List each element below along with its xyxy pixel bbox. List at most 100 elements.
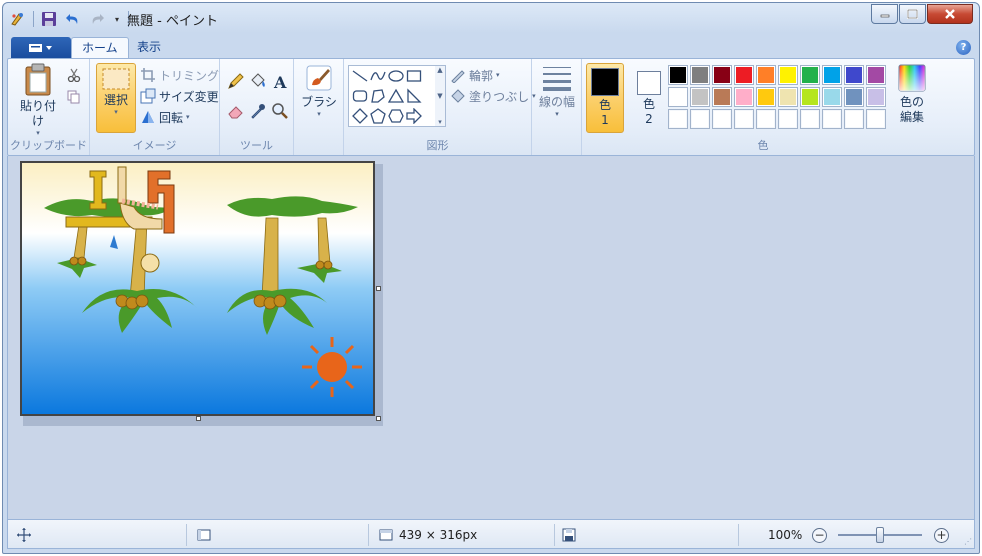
tab-view[interactable]: 表示 [127,37,171,59]
rotate-button[interactable]: 回転 ▾ [140,107,190,127]
color1-label: 色1 [598,98,611,127]
color-picker-icon[interactable] [248,101,268,121]
palette-color-swatch[interactable] [822,65,842,85]
palette-color-swatch[interactable] [800,65,820,85]
hexagon-shape-icon[interactable] [387,107,405,125]
palette-color-swatch[interactable] [866,65,886,85]
brushes-button[interactable]: ブラシ ▾ [298,63,340,118]
outline-button[interactable]: 輪郭 ▾ [450,65,500,85]
oval-shape-icon[interactable] [387,67,405,85]
copy-icon[interactable] [64,87,84,107]
resize-handle-corner[interactable] [376,416,381,421]
close-button[interactable] [927,4,973,24]
image-size-text: 439 × 316px [399,528,478,542]
palette-color-swatch[interactable] [734,65,754,85]
redo-icon[interactable] [88,10,106,28]
line-width-button[interactable]: 線の幅 ▾ [536,63,578,118]
palette-empty-swatch[interactable] [756,109,776,129]
scroll-down-icon[interactable]: ▼ [437,92,442,100]
palette-empty-swatch[interactable] [800,109,820,129]
maximize-button[interactable] [899,4,926,24]
paste-button[interactable]: 貼り付け ▾ [16,63,60,137]
edit-colors-button[interactable]: 色の 編集 [892,63,932,125]
minimize-button[interactable] [871,4,898,24]
palette-empty-swatch[interactable] [668,109,688,129]
palette-color-swatch[interactable] [756,87,776,107]
shapes-scrollbar[interactable]: ▲ ▼ ▾ [435,65,446,127]
palette-color-swatch[interactable] [690,65,710,85]
curve-shape-icon[interactable] [369,67,387,85]
image-group-label: イメージ [132,139,177,152]
paint-app-icon[interactable] [9,10,27,28]
resize-grip-icon[interactable]: ⋰ [964,537,972,546]
help-icon[interactable]: ? [956,40,971,55]
brushes-group: ブラシ ▾ [294,59,344,155]
rectangle-shape-icon[interactable] [405,67,423,85]
select-button[interactable]: 選択 ▾ [96,63,136,133]
application-menu-button[interactable] [11,37,71,58]
swatch-fill [670,111,686,127]
select-dropdown-icon: ▾ [114,108,118,116]
cut-icon[interactable] [64,65,84,85]
crop-button[interactable]: トリミング [140,65,219,85]
line-shape-icon[interactable] [351,67,369,85]
palette-color-swatch[interactable] [822,87,842,107]
color2-label: 色2 [642,97,655,126]
zoom-in-button[interactable]: + [934,528,949,543]
undo-icon[interactable] [64,10,82,28]
resize-handle-bottom[interactable] [196,416,201,421]
palette-color-swatch[interactable] [800,87,820,107]
palette-color-swatch[interactable] [668,65,688,85]
swatch-fill [692,111,708,127]
palette-empty-swatch[interactable] [712,109,732,129]
fill-button[interactable]: 塗りつぶし ▾ [450,86,536,106]
rotate-dropdown-icon: ▾ [186,113,190,121]
palette-color-swatch[interactable] [844,87,864,107]
palette-color-swatch[interactable] [778,87,798,107]
palette-empty-swatch[interactable] [822,109,842,129]
palette-empty-swatch[interactable] [844,109,864,129]
line-width-label: 線の幅 [538,95,575,109]
line-width-dropdown-icon: ▾ [555,110,559,118]
customize-dropdown-icon[interactable]: ▾ [112,10,122,28]
text-tool-icon[interactable]: A [270,71,290,91]
resize-handle-right[interactable] [376,286,381,291]
right-triangle-shape-icon[interactable] [405,87,423,105]
palette-color-swatch[interactable] [778,65,798,85]
scroll-up-icon[interactable]: ▲ [437,66,442,74]
fill-bucket-icon[interactable] [248,71,268,91]
arrow-shape-icon[interactable] [405,107,423,125]
triangle-shape-icon[interactable] [387,87,405,105]
palette-empty-swatch[interactable] [734,109,754,129]
magnifier-icon[interactable] [270,101,290,121]
palette-color-swatch[interactable] [690,87,710,107]
diamond-shape-icon[interactable] [351,107,369,125]
palette-empty-swatch[interactable] [690,109,710,129]
palette-empty-swatch[interactable] [778,109,798,129]
color1-button[interactable]: 色1 [586,63,624,133]
swatch-fill [758,111,774,127]
resize-button[interactable]: サイズ変更 [140,86,219,106]
palette-color-swatch[interactable] [712,65,732,85]
zoom-out-button[interactable]: − [812,528,827,543]
palette-color-swatch[interactable] [712,87,732,107]
palette-color-swatch[interactable] [844,65,864,85]
drawing-canvas[interactable] [20,161,375,416]
palette-color-swatch[interactable] [866,87,886,107]
pentagon-shape-icon[interactable] [369,107,387,125]
rounded-rectangle-shape-icon[interactable] [351,87,369,105]
crop-label: トリミング [159,68,220,83]
color2-button[interactable]: 色2 [630,63,668,133]
polygon-shape-icon[interactable] [369,87,387,105]
eraser-icon[interactable] [226,101,246,121]
scroll-more-icon[interactable]: ▾ [438,118,442,126]
palette-empty-swatch[interactable] [866,109,886,129]
tab-home[interactable]: ホーム [71,37,129,59]
zoom-slider-thumb[interactable] [876,527,884,543]
pencil-icon[interactable] [226,71,246,91]
palette-color-swatch[interactable] [756,65,776,85]
palette-color-swatch[interactable] [734,87,754,107]
select-icon [102,68,130,90]
save-icon[interactable] [40,10,58,28]
palette-color-swatch[interactable] [668,87,688,107]
